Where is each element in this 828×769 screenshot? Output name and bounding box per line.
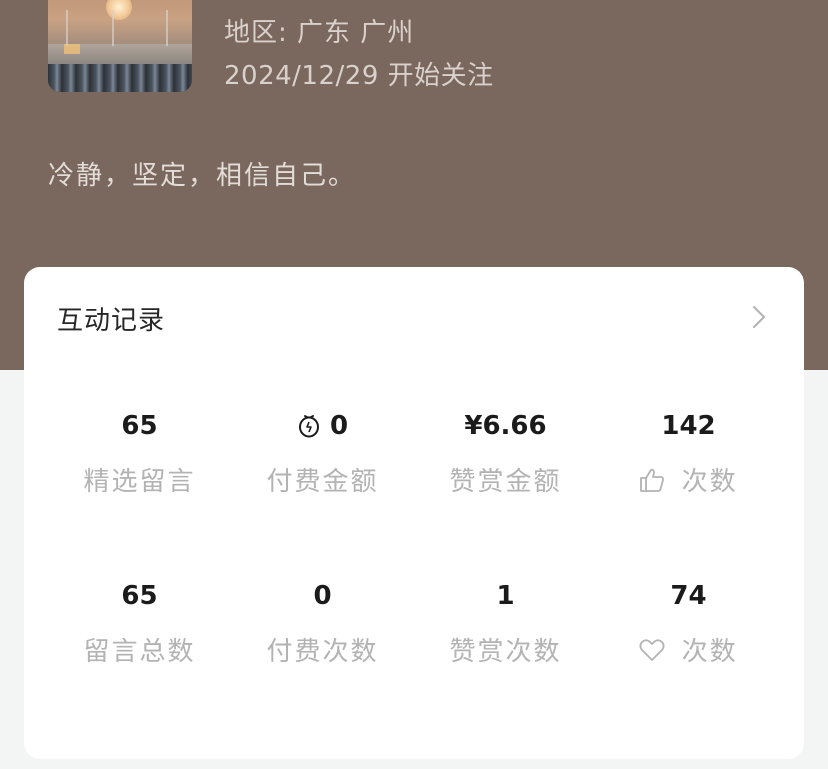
stat-label: 赞赏金额 [449, 467, 562, 497]
stat-value: 0 [329, 411, 349, 441]
avatar-sun [106, 0, 132, 20]
avatar[interactable] [48, 0, 192, 92]
stat-paid-count[interactable]: 0 付费次数 [231, 579, 414, 669]
interaction-card: 互动记录 65 精选留言 0 付费金额 ¥6.66 赞赏金额 142 次数 65… [24, 267, 804, 759]
stat-value-row: 0 [231, 409, 414, 443]
stat-like-count[interactable]: 142 次数 [597, 409, 780, 499]
heart-icon [639, 637, 681, 667]
avatar-mast [166, 10, 168, 46]
chevron-right-icon[interactable] [752, 305, 766, 329]
stat-reward-amount[interactable]: ¥6.66 赞赏金额 [414, 409, 597, 499]
region-text: 地区: 广东 广州 [224, 18, 415, 48]
avatar-rocks [48, 64, 192, 92]
stat-value: 0 [313, 581, 332, 611]
stat-label-row: 次数 [597, 465, 780, 499]
coin-icon [297, 411, 330, 441]
stat-label: 次数 [681, 467, 738, 497]
stat-label: 付费金额 [266, 467, 379, 497]
stat-featured-comments[interactable]: 65 精选留言 [48, 409, 231, 499]
stat-value: 142 [661, 411, 716, 441]
avatar-mast [66, 10, 68, 46]
stat-label-row: 次数 [597, 635, 780, 669]
stat-label: 赞赏次数 [449, 637, 562, 667]
stat-reward-count[interactable]: 1 赞赏次数 [414, 579, 597, 669]
stat-total-comments[interactable]: 65 留言总数 [48, 579, 231, 669]
avatar-mast [112, 10, 114, 46]
stat-value: 1 [496, 581, 515, 611]
stat-label: 精选留言 [83, 467, 196, 497]
stat-value: 65 [121, 411, 158, 441]
stat-label: 留言总数 [83, 637, 196, 667]
interaction-title[interactable]: 互动记录 [57, 300, 165, 337]
signature-text: 冷静，坚定，相信自己。 [48, 161, 357, 191]
stat-value: 65 [121, 581, 158, 611]
stat-value: ¥6.66 [464, 411, 547, 441]
stat-paid-amount[interactable]: 0 付费金额 [231, 409, 414, 499]
stat-label: 付费次数 [266, 637, 379, 667]
follow-since-text: 2024/12/29 开始关注 [224, 61, 494, 91]
stat-value: 74 [670, 581, 707, 611]
stat-heart-count[interactable]: 74 次数 [597, 579, 780, 669]
stat-label: 次数 [681, 637, 738, 667]
like-icon [639, 467, 681, 497]
